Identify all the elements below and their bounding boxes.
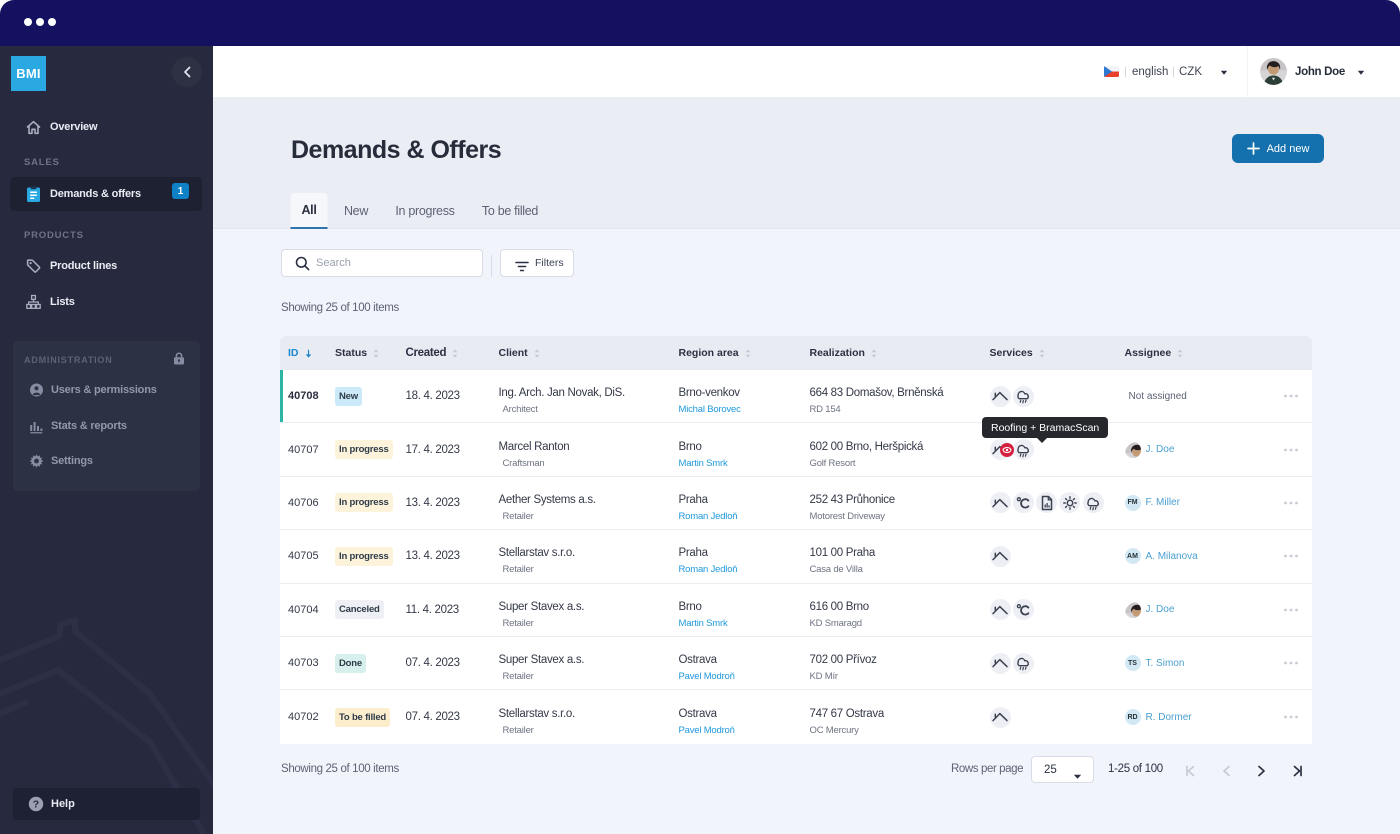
- svg-text:?: ?: [33, 799, 39, 811]
